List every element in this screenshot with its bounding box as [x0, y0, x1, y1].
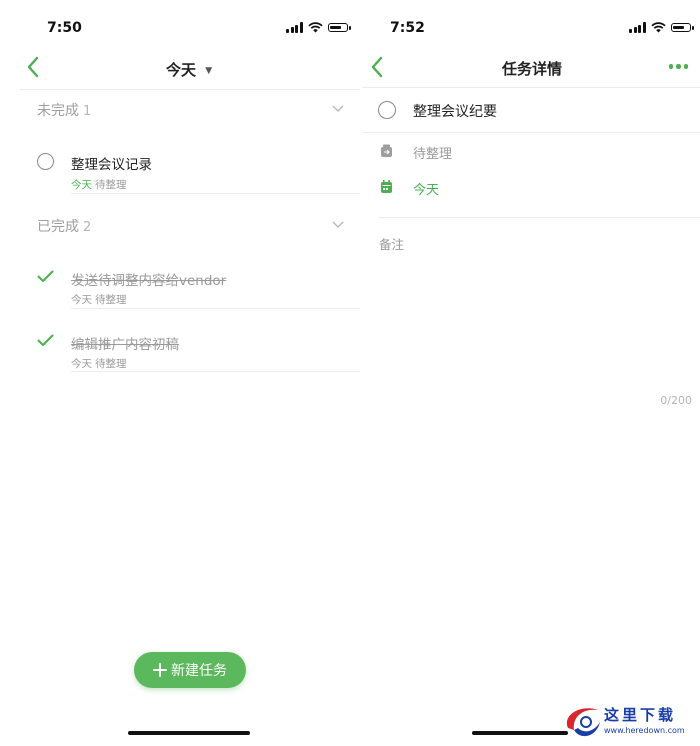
- home-indicator[interactable]: [472, 731, 568, 735]
- nav-divider: [20, 89, 360, 90]
- task-meta: 今天 待整理: [71, 177, 127, 192]
- signal-icon: [286, 22, 303, 33]
- new-task-label: 新建任务: [171, 663, 227, 679]
- task-date: 今天: [71, 358, 92, 370]
- task-title: 整理会议记录: [71, 157, 152, 173]
- task-checkbox[interactable]: [378, 101, 396, 119]
- section-done-header[interactable]: 已完成 2: [37, 216, 91, 236]
- inbox-icon: [381, 144, 392, 157]
- task-date: 今天: [413, 183, 440, 198]
- back-arrow-icon[interactable]: [27, 56, 39, 78]
- task-checkbox[interactable]: [37, 153, 54, 170]
- watermark-url: www.heredown.com: [604, 726, 685, 735]
- task-list-name: 待整理: [95, 294, 127, 306]
- check-icon[interactable]: [37, 270, 54, 283]
- task-title: 编辑推广内容初稿: [71, 337, 179, 353]
- battery-icon: [327, 23, 351, 32]
- wifi-icon: [307, 22, 323, 33]
- task-date: 今天: [71, 179, 92, 191]
- section-count: 1: [83, 104, 92, 119]
- row-divider: [71, 308, 360, 309]
- task-list-name: 待整理: [95, 179, 127, 191]
- task-meta: 今天 待整理: [71, 356, 127, 371]
- task-list-screen: 7:50 今天 ▼ 未完成 1 整理会议记录 今天 待整理 已完成 2 发送待调整内容…: [0, 0, 362, 746]
- check-icon[interactable]: [37, 334, 54, 347]
- page-title: 今天: [166, 61, 197, 79]
- row-divider: [71, 193, 360, 194]
- row-divider: [71, 371, 360, 372]
- task-title: 发送待调整内容给vendor: [71, 273, 227, 289]
- section-count: 2: [83, 220, 92, 235]
- battery-icon: [670, 23, 694, 32]
- caret-down-icon: ▼: [205, 66, 213, 76]
- section-pending-header[interactable]: 未完成 1: [37, 100, 91, 120]
- chevron-down-icon[interactable]: [332, 221, 344, 228]
- chevron-down-icon[interactable]: [332, 105, 344, 112]
- status-time: 7:52: [390, 20, 425, 36]
- task-date: 今天: [71, 294, 92, 306]
- title-divider: [362, 132, 700, 133]
- home-indicator[interactable]: [128, 731, 250, 735]
- watermark: 这里下载 www.heredown.com: [560, 700, 690, 742]
- status-icons: [629, 22, 694, 33]
- nav-divider: [362, 87, 700, 88]
- more-options-icon[interactable]: [668, 64, 688, 69]
- back-arrow-icon[interactable]: [371, 56, 383, 78]
- wifi-icon: [650, 22, 666, 33]
- watermark-text: 这里下载: [604, 706, 677, 724]
- signal-icon: [629, 22, 646, 33]
- notes-input[interactable]: 备注: [379, 234, 404, 253]
- task-list-name: 待整理: [413, 147, 453, 162]
- page-title: 任务详情: [502, 60, 563, 78]
- status-time: 7:50: [47, 20, 82, 36]
- calendar-icon: [381, 180, 392, 193]
- watermark-logo-icon: [566, 708, 600, 737]
- char-counter: 0/200: [660, 394, 692, 407]
- notes-divider: [378, 217, 700, 218]
- task-meta: 今天 待整理: [71, 292, 127, 307]
- new-task-button[interactable]: 新建任务: [134, 652, 246, 688]
- section-label: 未完成: [37, 103, 79, 119]
- task-title-field[interactable]: 整理会议纪要: [413, 101, 497, 121]
- task-list-name: 待整理: [95, 358, 127, 370]
- plus-icon: [153, 663, 167, 677]
- status-icons: [286, 22, 351, 33]
- date-filter-dropdown[interactable]: 今天 ▼: [166, 59, 212, 80]
- task-detail-screen: 7:52 任务详情 整理会议纪要 待整理 今天 备注 0/200 这里下载 ww…: [362, 0, 700, 746]
- section-label: 已完成: [37, 219, 79, 235]
